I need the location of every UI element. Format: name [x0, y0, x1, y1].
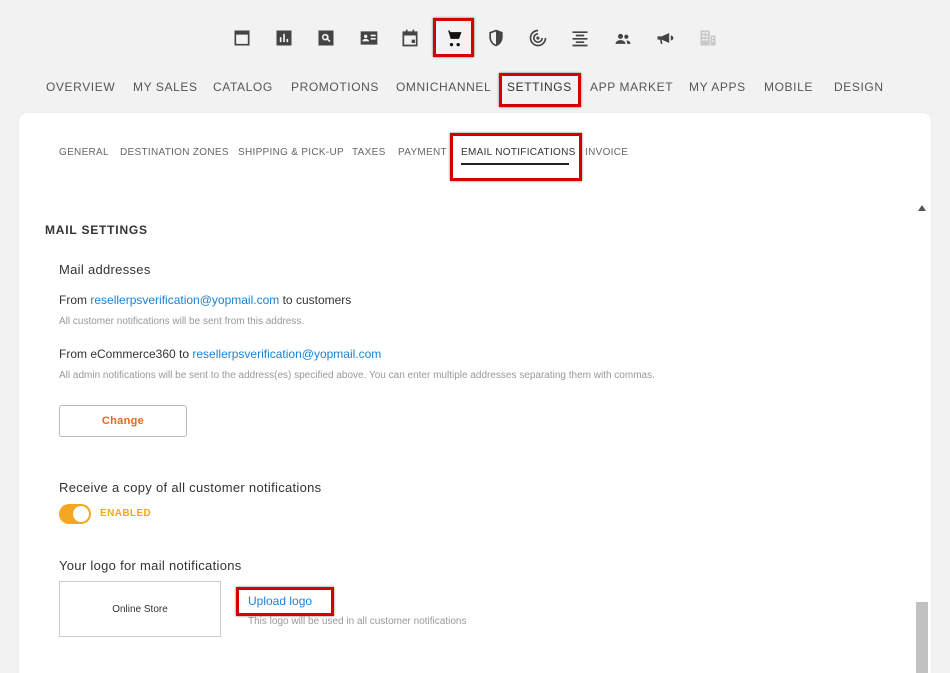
tab-destination-zones[interactable]: DESTINATION ZONES — [120, 147, 229, 158]
search-icon[interactable] — [314, 26, 338, 50]
nav-my-sales[interactable]: MY SALES — [133, 80, 198, 94]
tab-invoice[interactable]: INVOICE — [585, 147, 628, 158]
tab-shipping-pickup[interactable]: SHIPPING & PICK-UP — [238, 147, 344, 158]
from-admin-email-link[interactable]: resellerpsverification@yopmail.com — [192, 347, 381, 361]
logo-label: Your logo for mail notifications — [59, 558, 242, 573]
toggle-state-label: ENABLED — [100, 508, 152, 519]
tab-taxes[interactable]: TAXES — [352, 147, 386, 158]
active-tab-underline — [461, 163, 569, 165]
tab-email-notifications[interactable]: EMAIL NOTIFICATIONS — [461, 147, 576, 158]
align-center-icon[interactable] — [568, 26, 592, 50]
logo-preview: Online Store — [59, 581, 221, 637]
copy-notifications-toggle[interactable] — [59, 504, 91, 524]
copy-notifications-label: Receive a copy of all customer notificat… — [59, 480, 322, 495]
radar-icon[interactable] — [526, 26, 550, 50]
from-customers-row: From resellerpsverification@yopmail.com … — [59, 293, 351, 307]
nav-mobile[interactable]: MOBILE — [764, 80, 813, 94]
top-icon-bar — [0, 18, 950, 58]
upload-logo-hint: This logo will be used in all customer n… — [248, 616, 467, 627]
people-icon[interactable] — [611, 26, 635, 50]
nav-my-apps[interactable]: MY APPS — [689, 80, 746, 94]
nav-app-market[interactable]: APP MARKET — [590, 80, 673, 94]
toggle-knob — [73, 506, 89, 522]
nav-promotions[interactable]: PROMOTIONS — [291, 80, 379, 94]
from-admin-prefix: From eCommerce360 to — [59, 347, 193, 361]
upload-logo-link[interactable]: Upload logo — [248, 594, 312, 608]
building-icon[interactable] — [696, 26, 720, 50]
shopping-cart-icon[interactable] — [442, 26, 466, 50]
from-customers-email-link[interactable]: resellerpsverification@yopmail.com — [90, 293, 279, 307]
contact-card-icon[interactable] — [357, 26, 381, 50]
vertical-scrollbar[interactable] — [915, 205, 929, 673]
tab-payment[interactable]: PAYMENT — [398, 147, 447, 158]
logo-placeholder-text: Online Store — [112, 603, 168, 615]
nav-catalog[interactable]: CATALOG — [213, 80, 273, 94]
window-icon[interactable] — [230, 26, 254, 50]
from-customers-hint: All customer notifications will be sent … — [59, 316, 305, 327]
from-admin-hint: All admin notifications will be sent to … — [59, 370, 655, 381]
mail-settings-title: MAIL SETTINGS — [45, 223, 148, 237]
from-customers-prefix: From — [59, 293, 91, 307]
scroll-thumb[interactable] — [916, 602, 928, 673]
main-nav: OVERVIEW MY SALES CATALOG PROMOTIONS OMN… — [0, 80, 950, 98]
nav-design[interactable]: DESIGN — [834, 80, 884, 94]
scroll-up-arrow-icon[interactable] — [918, 205, 926, 211]
from-customers-suffix: to customers — [279, 293, 352, 307]
from-admin-row: From eCommerce360 to resellerpsverificat… — [59, 347, 381, 361]
change-button[interactable]: Change — [59, 405, 187, 437]
nav-omnichannel[interactable]: OMNICHANNEL — [396, 80, 491, 94]
megaphone-icon[interactable] — [653, 26, 677, 50]
mail-addresses-label: Mail addresses — [59, 262, 151, 277]
nav-settings[interactable]: SETTINGS — [507, 80, 572, 94]
nav-overview[interactable]: OVERVIEW — [46, 80, 115, 94]
tab-general[interactable]: GENERAL — [59, 147, 109, 158]
calendar-icon[interactable] — [398, 26, 422, 50]
shield-icon[interactable] — [484, 26, 508, 50]
bar-chart-icon[interactable] — [272, 26, 296, 50]
